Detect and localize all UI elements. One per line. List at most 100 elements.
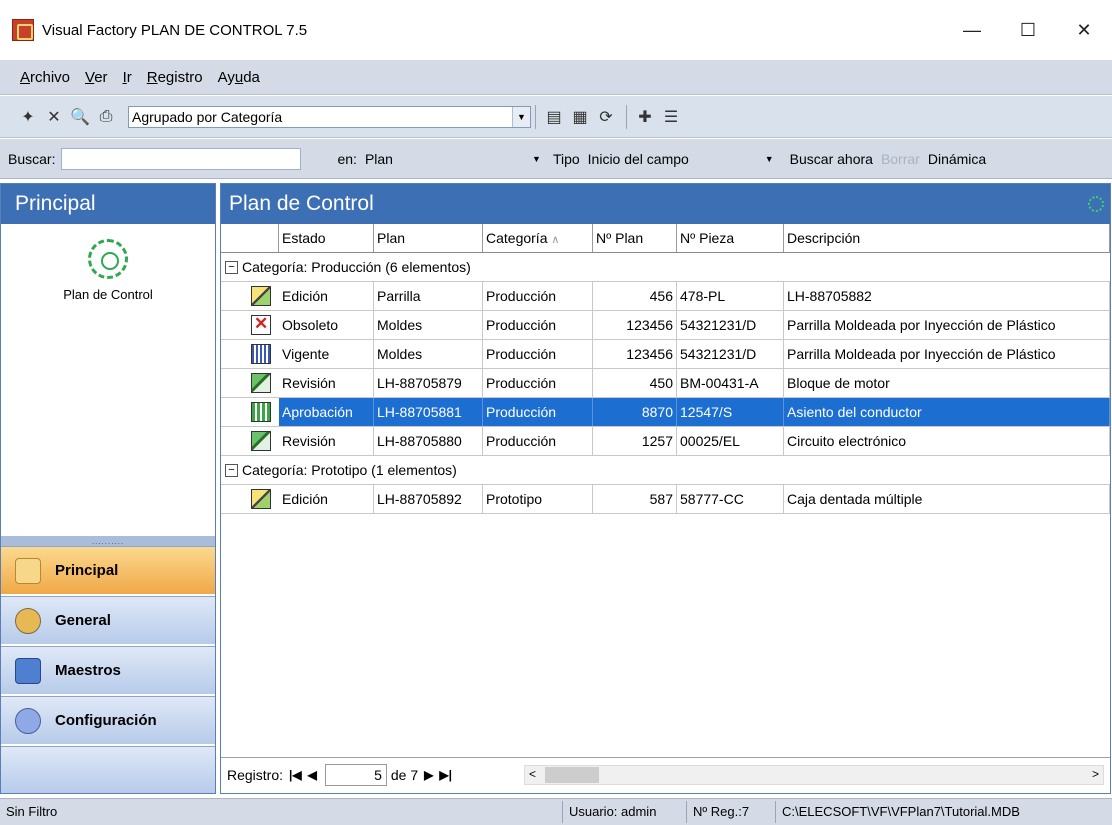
search-input[interactable] xyxy=(61,147,302,170)
cell-nplan: 450 xyxy=(593,369,677,397)
column-header-categoria[interactable]: Categoría ∧ xyxy=(483,224,593,252)
search-now-button[interactable]: Buscar ahora xyxy=(790,151,873,167)
scroll-left-icon[interactable]: < xyxy=(529,767,536,781)
review-status-icon xyxy=(251,373,271,393)
cell-categoria: Producción xyxy=(483,369,593,397)
cell-estado: Revisión xyxy=(279,427,374,455)
pane-splitter[interactable]: .......... xyxy=(1,536,215,546)
layout-icon[interactable]: ▤ xyxy=(544,107,564,127)
nav-button-principal[interactable]: Principal xyxy=(1,546,215,594)
cell-nplan: 456 xyxy=(593,282,677,310)
collapse-icon[interactable]: − xyxy=(225,463,238,477)
horizontal-scrollbar[interactable]: < > xyxy=(524,765,1104,785)
scroll-right-icon[interactable]: > xyxy=(1092,767,1099,781)
record-count-status: Nº Reg.:7 xyxy=(686,801,749,823)
chevron-down-icon[interactable]: ▼ xyxy=(512,106,530,127)
search-type-label: Tipo xyxy=(552,150,580,167)
search-field-value: Plan xyxy=(364,150,393,167)
plan-de-control-view: Plan de Control Estado Plan Categoría ∧ … xyxy=(220,183,1111,794)
minimize-button[interactable]: — xyxy=(944,0,1000,60)
column-header-descripcion[interactable]: Descripción xyxy=(784,224,1110,252)
search-type-select[interactable]: Inicio del campo ▼ xyxy=(586,148,776,170)
toolbar-separator xyxy=(535,104,536,129)
navigation-pane: Principal Plan de Control .......... Pri… xyxy=(0,183,216,794)
cell-categoria: Producción xyxy=(483,398,593,426)
column-header-plan[interactable]: Plan xyxy=(374,224,483,252)
cell-npieza: 12547/S xyxy=(677,398,784,426)
menu-registro[interactable]: Registro xyxy=(147,69,203,86)
cell-descripcion: Parrilla Moldeada por Inyección de Plást… xyxy=(784,311,1110,339)
print-icon[interactable]: ⎙ xyxy=(96,107,116,127)
menu-archivo[interactable]: Archivo xyxy=(20,69,70,86)
refresh-icon[interactable]: ⟳ xyxy=(596,107,616,127)
cell-categoria: Producción xyxy=(483,282,593,310)
cell-estado: Edición xyxy=(279,485,374,513)
grouping-value: Agrupado por Categoría xyxy=(132,108,283,125)
chevron-down-icon[interactable]: ▼ xyxy=(532,154,541,164)
shortcut-label: Plan de Control xyxy=(63,287,153,302)
cell-plan: LH-88705881 xyxy=(374,398,483,426)
search-bar: Buscar: en: Plan ▼ Tipo Inicio del campo… xyxy=(0,139,1112,179)
collapse-icon[interactable]: ☰ xyxy=(661,107,681,127)
plan-de-control-shortcut[interactable]: Plan de Control xyxy=(1,239,215,302)
database-icon xyxy=(15,657,41,684)
last-record-icon[interactable]: ▶| xyxy=(439,768,452,782)
table-row[interactable]: Revisión LH-88705879 Producción 450 BM-0… xyxy=(221,369,1110,398)
table-row[interactable]: Revisión LH-88705880 Producción 1257 000… xyxy=(221,427,1110,456)
column-header-npieza[interactable]: Nº Pieza xyxy=(677,224,784,252)
grid-header: Estado Plan Categoría ∧ Nº Plan Nº Pieza… xyxy=(221,224,1110,253)
print-preview-icon[interactable]: 🔍 xyxy=(70,107,90,127)
navigator-label: Registro: xyxy=(227,767,284,783)
window-title: Visual Factory PLAN DE CONTROL 7.5 xyxy=(42,21,308,39)
chevron-down-icon[interactable]: ▼ xyxy=(765,154,774,164)
new-icon[interactable]: ✦ xyxy=(18,107,38,127)
nav-button-maestros[interactable]: Maestros xyxy=(1,646,215,694)
nav-button-general[interactable]: General xyxy=(1,596,215,644)
edit-status-icon xyxy=(251,286,271,306)
table-row[interactable]: Obsoleto Moldes Producción 123456 543212… xyxy=(221,311,1110,340)
toolbar-separator xyxy=(626,104,627,129)
table-row[interactable]: Edición Parrilla Producción 456 478-PL L… xyxy=(221,282,1110,311)
database-path-status: C:\ELECSOFT\VF\VFPlan7\Tutorial.MDB xyxy=(775,801,1020,823)
nav-pane-header: Principal xyxy=(1,184,215,224)
menu-ayuda[interactable]: Ayuda xyxy=(218,69,260,86)
search-field-select[interactable]: Plan ▼ xyxy=(363,148,543,170)
previous-record-icon[interactable]: ◀ xyxy=(308,768,317,782)
column-header-estado[interactable]: Estado xyxy=(279,224,374,252)
cell-npieza: 54321231/D xyxy=(677,311,784,339)
form-view-icon[interactable]: ▦ xyxy=(570,107,590,127)
cell-descripcion: Circuito electrónico xyxy=(784,427,1110,455)
maximize-button[interactable]: ☐ xyxy=(1000,0,1056,60)
filter-status: Sin Filtro xyxy=(6,804,58,819)
clear-button[interactable]: Borrar xyxy=(881,151,920,167)
grouping-select[interactable]: Agrupado por Categoría ▼ xyxy=(128,105,531,128)
dynamic-button[interactable]: Dinámica xyxy=(928,151,986,167)
column-header-nplan[interactable]: Nº Plan xyxy=(593,224,677,252)
group-row[interactable]: − Categoría: Producción (6 elementos) xyxy=(221,253,1110,282)
app-icon xyxy=(12,19,34,41)
next-record-icon[interactable]: ▶ xyxy=(424,768,433,782)
delete-icon[interactable]: ✕ xyxy=(44,107,64,127)
toolbar: ✦ ✕ 🔍 ⎙ Agrupado por Categoría ▼ ▤ ▦ ⟳ ✚… xyxy=(0,96,1112,138)
window-controls: — ☐ ✕ xyxy=(944,0,1112,60)
scrollbar-thumb[interactable] xyxy=(545,767,599,783)
nav-label: Maestros xyxy=(55,662,121,679)
cell-categoria: Producción xyxy=(483,427,593,455)
first-record-icon[interactable]: |◀ xyxy=(289,768,302,782)
group-row[interactable]: − Categoría: Prototipo (1 elementos) xyxy=(221,456,1110,485)
table-row[interactable]: Edición LH-88705892 Prototipo 587 58777-… xyxy=(221,485,1110,514)
close-button[interactable]: ✕ xyxy=(1056,0,1112,60)
current-record-input[interactable]: 5 xyxy=(324,764,387,786)
active-status-icon xyxy=(251,344,271,364)
cell-estado: Aprobación xyxy=(279,398,374,426)
table-row-selected[interactable]: Aprobación LH-88705881 Producción 8870 1… xyxy=(221,398,1110,427)
menu-ver[interactable]: Ver xyxy=(85,69,108,86)
gear-icon[interactable] xyxy=(1088,196,1104,212)
expand-icon[interactable]: ✚ xyxy=(635,107,655,127)
review-status-icon xyxy=(251,431,271,451)
table-row[interactable]: Vigente Moldes Producción 123456 5432123… xyxy=(221,340,1110,369)
collapse-icon[interactable]: − xyxy=(225,260,238,274)
menu-ir[interactable]: Ir xyxy=(123,69,132,86)
view-header: Plan de Control xyxy=(221,184,1110,224)
nav-button-configuracion[interactable]: Configuración xyxy=(1,696,215,744)
